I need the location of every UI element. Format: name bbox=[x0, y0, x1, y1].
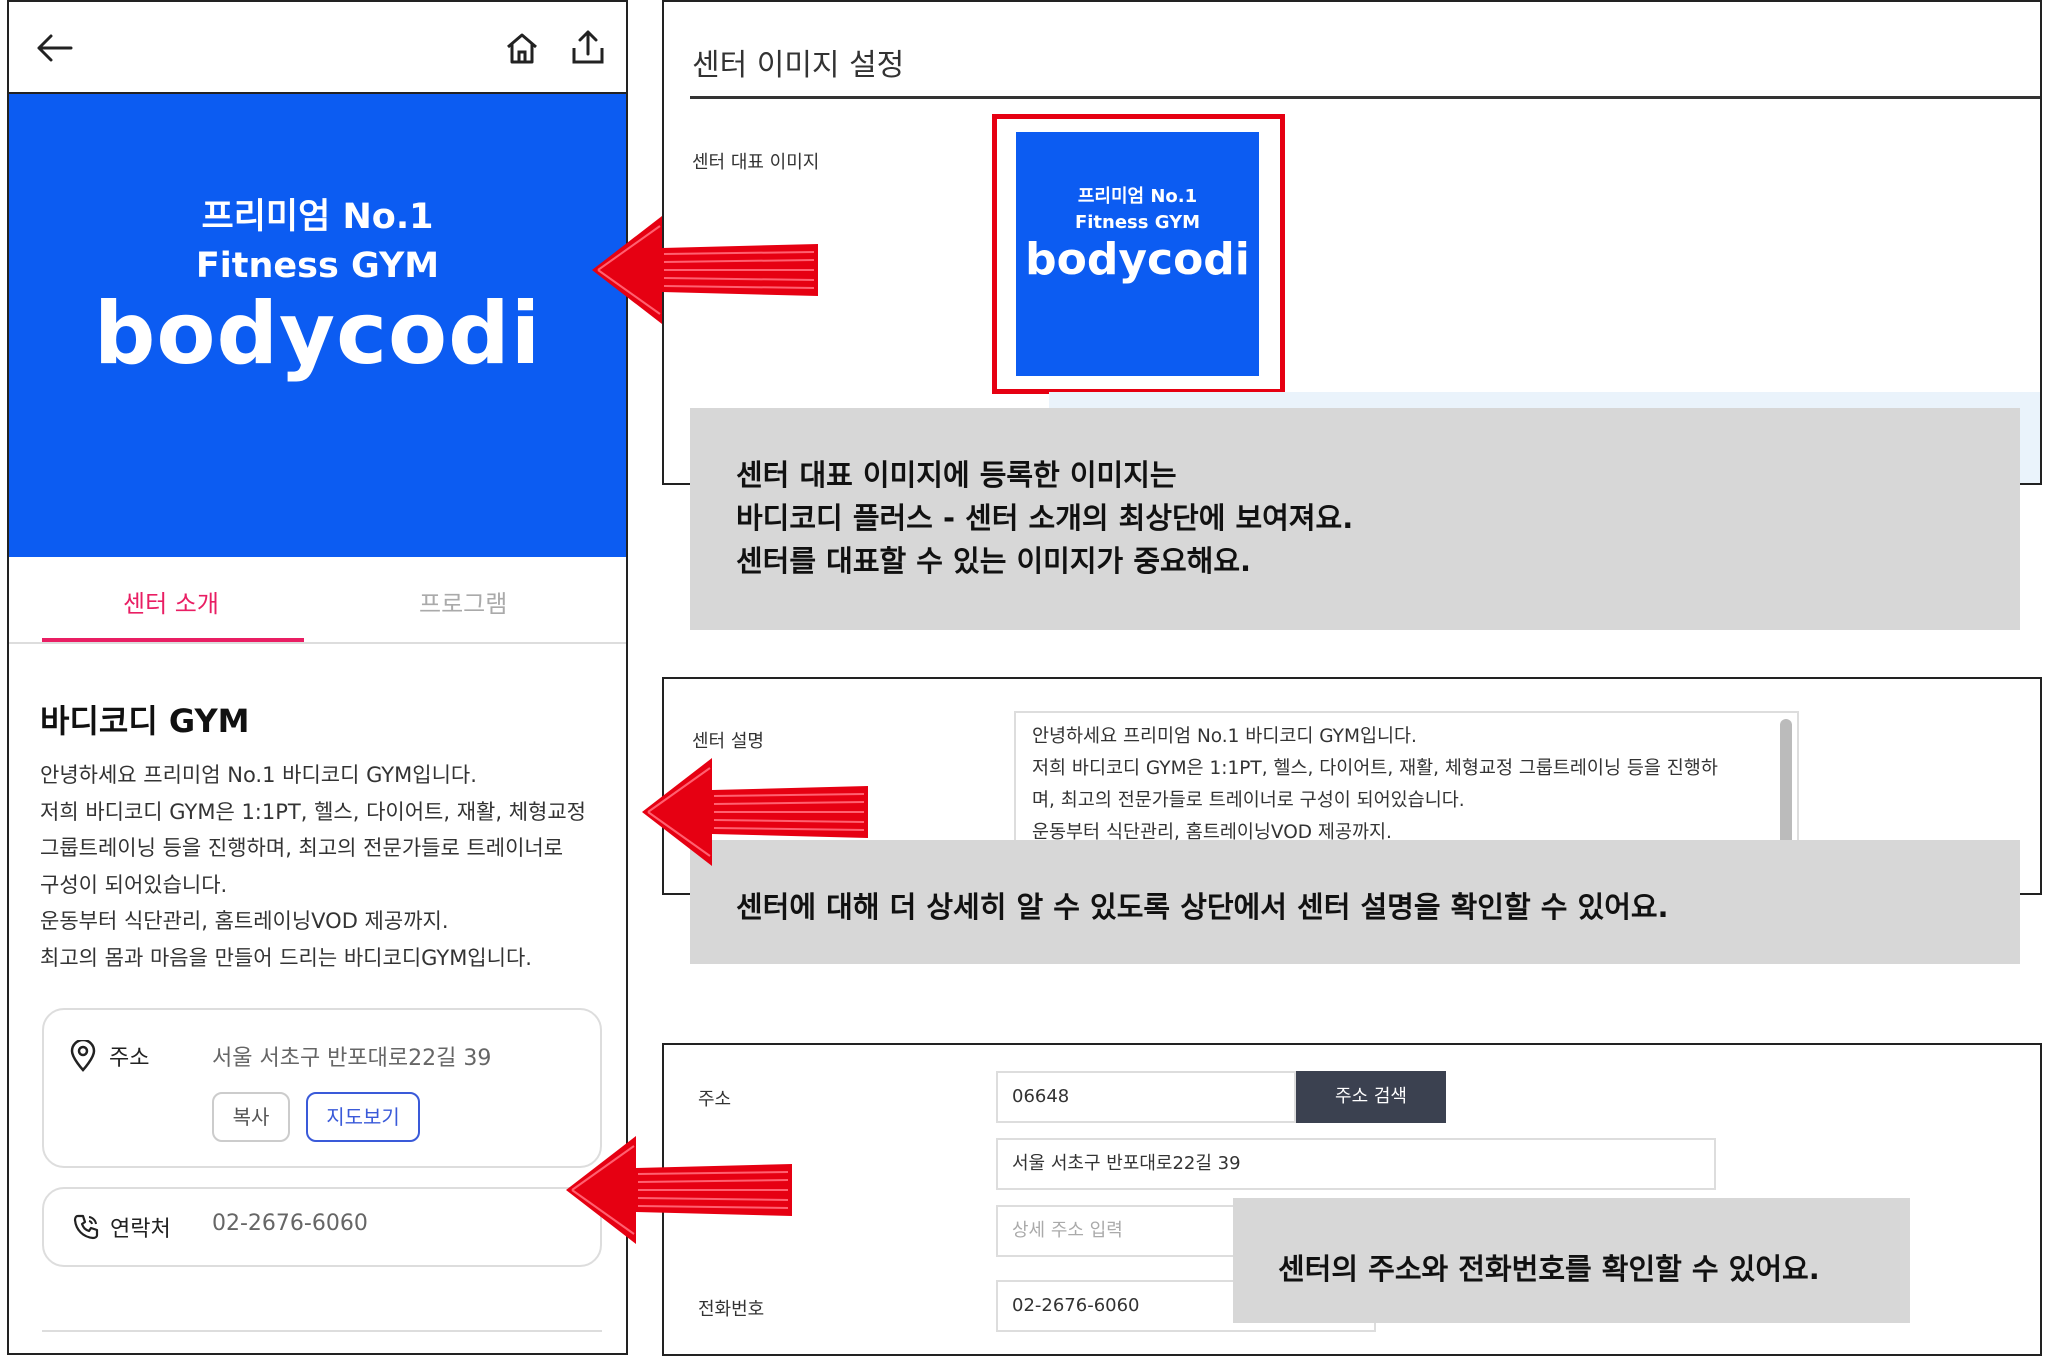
address-setting-label: 주소 bbox=[698, 1089, 732, 1110]
textarea-line: 저희 바디코디 GYM은 1:1PT, 헬스, 다이어트, 재활, 체형교정 그… bbox=[1032, 758, 1718, 779]
description-line: 운동부터 식단관리, 홈트레이닝VOD 제공까지. bbox=[40, 909, 449, 933]
description-line: 구성이 되어있습니다. bbox=[40, 872, 228, 897]
banner-brand: bodycodi bbox=[93, 284, 542, 384]
red-arrow-icon bbox=[592, 216, 818, 324]
location-pin-icon bbox=[70, 1040, 96, 1072]
top-app-bar bbox=[9, 2, 626, 94]
tab-divider bbox=[9, 642, 626, 644]
description-label: 센터 설명 bbox=[692, 731, 764, 752]
address-card: 주소 서울 서초구 반포대로22길 39 복사 지도보기 bbox=[42, 1008, 602, 1168]
red-arrow-icon bbox=[642, 758, 868, 866]
center-image-label: 센터 대표 이미지 bbox=[692, 152, 820, 173]
description-line: 그룹트레이닝 등을 진행하며, 최고의 전문가들로 트레이너로 bbox=[40, 836, 564, 860]
center-banner-image: 프리미엄 No.1 Fitness GYM bodycodi bbox=[9, 94, 626, 557]
red-arrow-icon bbox=[566, 1136, 792, 1244]
note-text: 센터의 주소와 전화번호를 확인할 수 있어요. bbox=[1278, 1252, 1820, 1286]
gym-description: 안녕하세요 프리미엄 No.1 바디코디 GYM입니다. 저희 바디코디 GYM… bbox=[40, 757, 610, 976]
note-line: 센터 대표 이미지에 등록한 이미지는 bbox=[736, 458, 1177, 492]
description-note: 센터에 대해 더 상세히 알 수 있도록 상단에서 센터 설명을 확인할 수 있… bbox=[690, 840, 2020, 964]
mobile-center-intro-screen: 프리미엄 No.1 Fitness GYM bodycodi 센터 소개 프로그… bbox=[7, 0, 628, 1355]
address-note: 센터의 주소와 전화번호를 확인할 수 있어요. bbox=[1233, 1198, 1910, 1323]
description-line: 안녕하세요 프리미엄 No.1 바디코디 GYM입니다. bbox=[40, 763, 477, 787]
gym-name: 바디코디 GYM bbox=[40, 702, 250, 740]
contact-card: 연락처 02-2676-6060 bbox=[42, 1187, 602, 1267]
bottom-divider bbox=[42, 1330, 602, 1332]
phone-icon bbox=[73, 1214, 99, 1240]
note-line: 바디코디 플러스 - 센터 소개의 최상단에 보여져요. bbox=[736, 501, 1354, 535]
phone-setting-label: 전화번호 bbox=[698, 1299, 765, 1320]
center-image-thumbnail[interactable]: 프리미엄 No.1 Fitness GYM bodycodi bbox=[1016, 132, 1259, 376]
address-search-button[interactable]: 주소 검색 bbox=[1296, 1071, 1446, 1123]
description-line: 저희 바디코디 GYM은 1:1PT, 헬스, 다이어트, 재활, 체형교정 bbox=[40, 799, 586, 824]
view-map-button[interactable]: 지도보기 bbox=[306, 1092, 420, 1142]
copy-address-button[interactable]: 복사 bbox=[212, 1092, 290, 1142]
thumb-line2: Fitness GYM bbox=[1074, 212, 1201, 233]
tab-program[interactable]: 프로그램 bbox=[419, 584, 507, 619]
contact-value[interactable]: 02-2676-6060 bbox=[212, 1211, 368, 1236]
title-rule bbox=[690, 96, 2040, 99]
zipcode-input[interactable]: 06648 bbox=[996, 1071, 1296, 1123]
address-label: 주소 bbox=[109, 1046, 150, 1071]
textarea-line: 며, 최고의 전문가들로 트레이너로 구성이 되어있습니다. bbox=[1032, 790, 1465, 811]
section-title: 센터 이미지 설정 bbox=[692, 48, 905, 83]
description-line: 최고의 몸과 마음을 만들어 드리는 바디코디GYM입니다. bbox=[40, 945, 532, 970]
banner-line1: 프리미엄 No.1 bbox=[201, 197, 434, 237]
back-arrow-icon[interactable] bbox=[35, 32, 73, 64]
image-settings-note: 센터 대표 이미지에 등록한 이미지는 바디코디 플러스 - 센터 소개의 최상… bbox=[690, 408, 2020, 630]
share-icon[interactable] bbox=[571, 28, 605, 66]
thumb-line1: 프리미엄 No.1 bbox=[1077, 186, 1198, 207]
textarea-line: 안녕하세요 프리미엄 No.1 바디코디 GYM입니다. bbox=[1032, 726, 1417, 747]
address-value: 서울 서초구 반포대로22길 39 bbox=[212, 1046, 492, 1071]
note-line: 센터를 대표할 수 있는 이미지가 중요해요. bbox=[736, 544, 1252, 578]
address-input[interactable]: 서울 서초구 반포대로22길 39 bbox=[996, 1138, 1716, 1190]
tab-center-intro[interactable]: 센터 소개 bbox=[123, 584, 219, 619]
thumb-brand: bodycodi bbox=[1025, 234, 1250, 285]
contact-label: 연락처 bbox=[110, 1217, 171, 1242]
note-text: 센터에 대해 더 상세히 알 수 있도록 상단에서 센터 설명을 확인할 수 있… bbox=[736, 890, 1669, 924]
home-icon[interactable] bbox=[504, 30, 540, 66]
banner-line2: Fitness GYM bbox=[195, 246, 440, 286]
